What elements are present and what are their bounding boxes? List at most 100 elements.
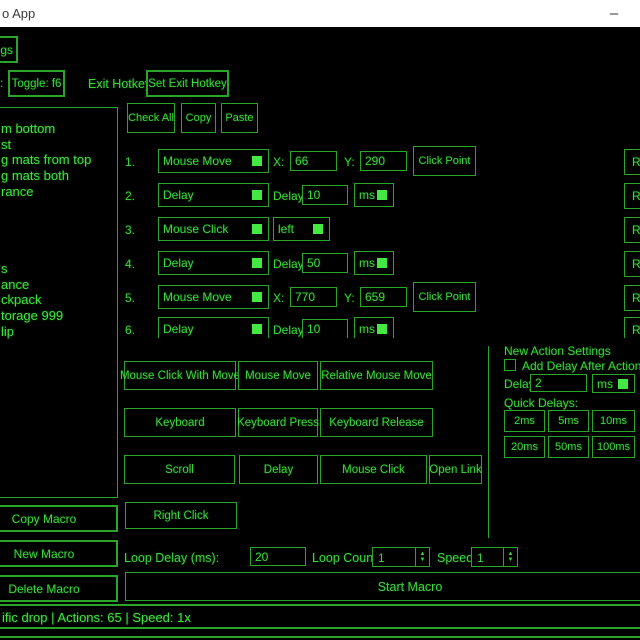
dropdown-indicator-icon — [252, 258, 262, 268]
start-macro-button[interactable]: Start Macro — [125, 572, 640, 601]
action-type-dropdown[interactable]: Mouse Move — [158, 149, 269, 173]
action-type-dropdown-value: Mouse Move — [163, 290, 232, 304]
add-action-button-mouse-click[interactable]: Mouse Click — [320, 455, 427, 484]
spinner-down-icon[interactable]: ▼ — [508, 557, 514, 563]
dropdown-indicator-icon — [252, 292, 262, 302]
spinner-down-icon[interactable]: ▼ — [420, 557, 426, 563]
speed-spinner[interactable]: 1 ▲ ▼ — [471, 547, 518, 567]
action-row: 1.Mouse MoveX:Y:Click PointR — [125, 149, 640, 179]
y-coordinate-input[interactable] — [360, 151, 407, 171]
remove-action-button[interactable]: R — [624, 317, 640, 338]
macro-list-item[interactable]: g mats both — [1, 168, 69, 183]
add-delay-checkbox-label: Add Delay After Action — [522, 359, 640, 373]
delay-unit-dropdown-value: ms — [359, 322, 375, 336]
minimize-button[interactable]: – — [598, 2, 630, 25]
add-action-button-mouse-click-with-move[interactable]: Mouse Click With Move — [124, 361, 236, 390]
exit-hotkey-label: Exit Hotkey: — [88, 77, 155, 91]
quick-delay-button-10ms[interactable]: 10ms — [592, 410, 635, 432]
macro-list-item[interactable]: lip — [1, 324, 14, 339]
action-type-dropdown[interactable]: Mouse Click — [158, 217, 269, 241]
delay-value-input[interactable] — [302, 253, 348, 273]
new-action-delay-input[interactable] — [530, 374, 587, 392]
add-action-button-relative-mouse-move[interactable]: Relative Mouse Move — [320, 361, 433, 390]
set-exit-hotkey-button[interactable]: Set Exit Hotkey — [146, 70, 229, 97]
click-point-button[interactable]: Click Point — [413, 282, 476, 312]
dropdown-indicator-icon — [252, 324, 262, 334]
paste-button[interactable]: Paste — [221, 103, 258, 133]
x-coordinate-input[interactable] — [290, 287, 337, 307]
action-type-dropdown[interactable]: Delay — [158, 251, 269, 275]
delay-unit-dropdown-value: ms — [359, 256, 375, 270]
dropdown-indicator-icon — [313, 224, 323, 234]
dropdown-indicator-icon — [377, 258, 387, 268]
macro-list-item[interactable]: torage 999 — [1, 308, 63, 323]
action-type-dropdown[interactable]: Delay — [158, 317, 269, 338]
delay-unit-dropdown[interactable]: ms — [354, 251, 394, 275]
mouse-button-dropdown[interactable]: left — [273, 217, 330, 241]
toggle-hotkey-label: : — [0, 76, 3, 90]
add-action-button-delay[interactable]: Delay — [239, 455, 318, 484]
action-number: 1. — [125, 155, 135, 169]
settings-button[interactable]: gs — [0, 36, 18, 63]
action-row: 2.DelayDelaymsR — [125, 183, 640, 213]
action-row: 6. Delay Delay ms R — [125, 317, 640, 338]
delay-unit-dropdown[interactable]: ms — [354, 183, 394, 207]
row-delay-label: Delay — [273, 323, 304, 337]
add-action-button-keyboard[interactable]: Keyboard — [124, 408, 236, 437]
action-type-dropdown-value: Delay — [163, 322, 194, 336]
macro-list-item[interactable]: rance — [1, 184, 34, 199]
loop-delay-input[interactable] — [250, 547, 306, 566]
loop-count-value: 1 — [378, 551, 385, 565]
loop-count-label: Loop Count: — [312, 551, 380, 565]
quick-delay-button-20ms[interactable]: 20ms — [504, 436, 545, 458]
remove-action-button[interactable]: R — [624, 183, 640, 209]
spinner-arrows: ▲ ▼ — [415, 548, 429, 566]
y-coordinate-input[interactable] — [360, 287, 407, 307]
macro-list-item[interactable]: m bottom — [1, 121, 55, 136]
new-action-delay-unit-dropdown[interactable]: ms — [592, 374, 635, 393]
action-number: 6. — [125, 323, 135, 337]
delay-unit-dropdown-value: ms — [359, 188, 375, 202]
add-action-button-scroll[interactable]: Scroll — [124, 455, 235, 484]
status-bar-bottom-border — [0, 627, 640, 629]
check-all-button[interactable]: Check All — [127, 103, 175, 133]
quick-delay-button-5ms[interactable]: 5ms — [548, 410, 589, 432]
quick-delays-label: Quick Delays: — [504, 396, 578, 410]
remove-action-button[interactable]: R — [624, 217, 640, 243]
delay-value-input[interactable] — [302, 185, 348, 205]
quick-delay-button-50ms[interactable]: 50ms — [548, 436, 589, 458]
macro-list-item[interactable]: ance — [1, 277, 29, 292]
action-type-dropdown[interactable]: Delay — [158, 183, 269, 207]
click-point-button[interactable]: Click Point — [413, 146, 476, 176]
copy-button[interactable]: Copy — [181, 103, 216, 133]
status-bar-top-border — [0, 604, 640, 606]
macro-list-item[interactable]: g mats from top — [1, 152, 91, 167]
remove-action-button[interactable]: R — [624, 149, 640, 175]
delete-macro-button[interactable]: Delete Macro — [0, 575, 118, 602]
spinner-arrows: ▲ ▼ — [503, 548, 517, 566]
quick-delay-button-2ms[interactable]: 2ms — [504, 410, 545, 432]
x-coordinate-input[interactable] — [290, 151, 337, 171]
macro-list-item[interactable]: st — [1, 137, 11, 152]
macro-list-item[interactable]: ckpack — [1, 292, 41, 307]
add-action-button-keyboard-press[interactable]: Keyboard Press — [238, 408, 318, 437]
copy-macro-button[interactable]: Copy Macro — [0, 505, 118, 532]
remove-action-button[interactable]: R — [624, 251, 640, 277]
action-row: 3.Mouse ClickleftR — [125, 217, 640, 247]
add-action-button-mouse-move[interactable]: Mouse Move — [238, 361, 318, 390]
delay-unit-dropdown[interactable]: ms — [354, 317, 394, 338]
toggle-hotkey-button[interactable]: Toggle: f6 — [8, 70, 65, 97]
add-action-button-keyboard-release[interactable]: Keyboard Release — [320, 408, 433, 437]
remove-action-button[interactable]: R — [624, 285, 640, 311]
dropdown-indicator-icon — [618, 379, 628, 389]
add-delay-checkbox[interactable] — [504, 359, 516, 371]
delay-value-input[interactable] — [302, 319, 348, 338]
action-type-dropdown[interactable]: Mouse Move — [158, 285, 269, 309]
new-macro-button[interactable]: New Macro — [0, 540, 118, 567]
add-action-button-right-click[interactable]: Right Click — [125, 502, 237, 529]
quick-delay-button-100ms[interactable]: 100ms — [592, 436, 635, 458]
add-action-button-open-link[interactable]: Open Link — [429, 455, 482, 484]
loop-count-spinner[interactable]: 1 ▲ ▼ — [372, 547, 430, 567]
macro-list-item[interactable]: s — [1, 261, 8, 276]
action-type-dropdown-value: Delay — [163, 256, 194, 270]
